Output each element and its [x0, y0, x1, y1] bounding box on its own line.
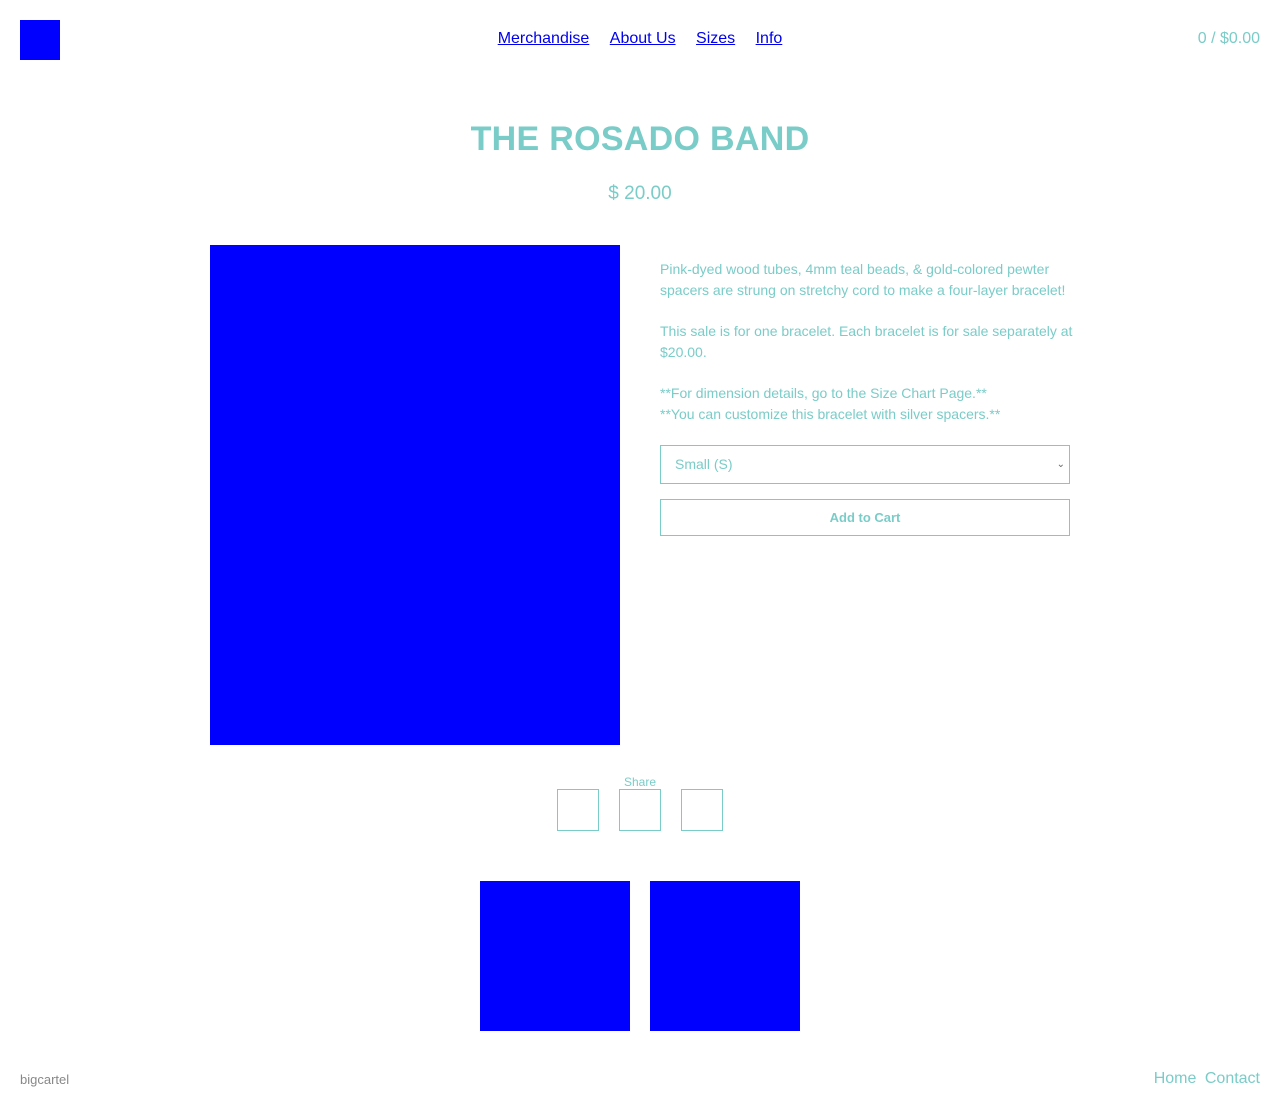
- nav-about-us[interactable]: About Us: [610, 30, 676, 47]
- product-thumbnail-2[interactable]: [650, 881, 800, 1031]
- size-select[interactable]: Small (S) ⌄: [660, 445, 1070, 484]
- share-button-3[interactable]: [681, 789, 723, 831]
- description-note: **For dimension details, go to the Size …: [660, 385, 987, 401]
- nav-merchandise[interactable]: Merchandise: [498, 30, 590, 47]
- chevron-down-icon: ⌄: [1056, 459, 1065, 470]
- cart-summary[interactable]: 0 / $0.00: [1198, 30, 1260, 48]
- footer-brand[interactable]: bigcartel: [20, 1072, 69, 1087]
- product-description: Pink-dyed wood tubes, 4mm teal beads, & …: [660, 259, 1080, 425]
- product-title: THE ROSADO BAND: [470, 120, 810, 158]
- product-thumbnail-1[interactable]: [480, 881, 630, 1031]
- footer-link-contact[interactable]: Contact: [1205, 1070, 1260, 1087]
- description-paragraph: This sale is for one bracelet. Each brac…: [660, 323, 1073, 360]
- footer-links: Home Contact: [1150, 1070, 1260, 1088]
- size-select-value: Small (S): [675, 456, 733, 472]
- description-note: **You can customize this bracelet with s…: [660, 406, 1001, 422]
- nav-sizes[interactable]: Sizes: [696, 30, 735, 47]
- share-label: Share: [623, 775, 657, 789]
- product-image[interactable]: [210, 245, 620, 745]
- add-to-cart-button[interactable]: Add to Cart: [660, 499, 1070, 536]
- footer-link-home[interactable]: Home: [1154, 1070, 1197, 1087]
- description-notes: **For dimension details, go to the Size …: [660, 383, 1080, 425]
- main-nav: Merchandise About Us Sizes Info: [0, 30, 1280, 48]
- product-price: $ 20.00: [608, 183, 672, 204]
- description-paragraph: Pink-dyed wood tubes, 4mm teal beads, & …: [660, 261, 1066, 298]
- share-button-2[interactable]: [619, 789, 661, 831]
- share-button-1[interactable]: [557, 789, 599, 831]
- nav-info[interactable]: Info: [756, 30, 783, 47]
